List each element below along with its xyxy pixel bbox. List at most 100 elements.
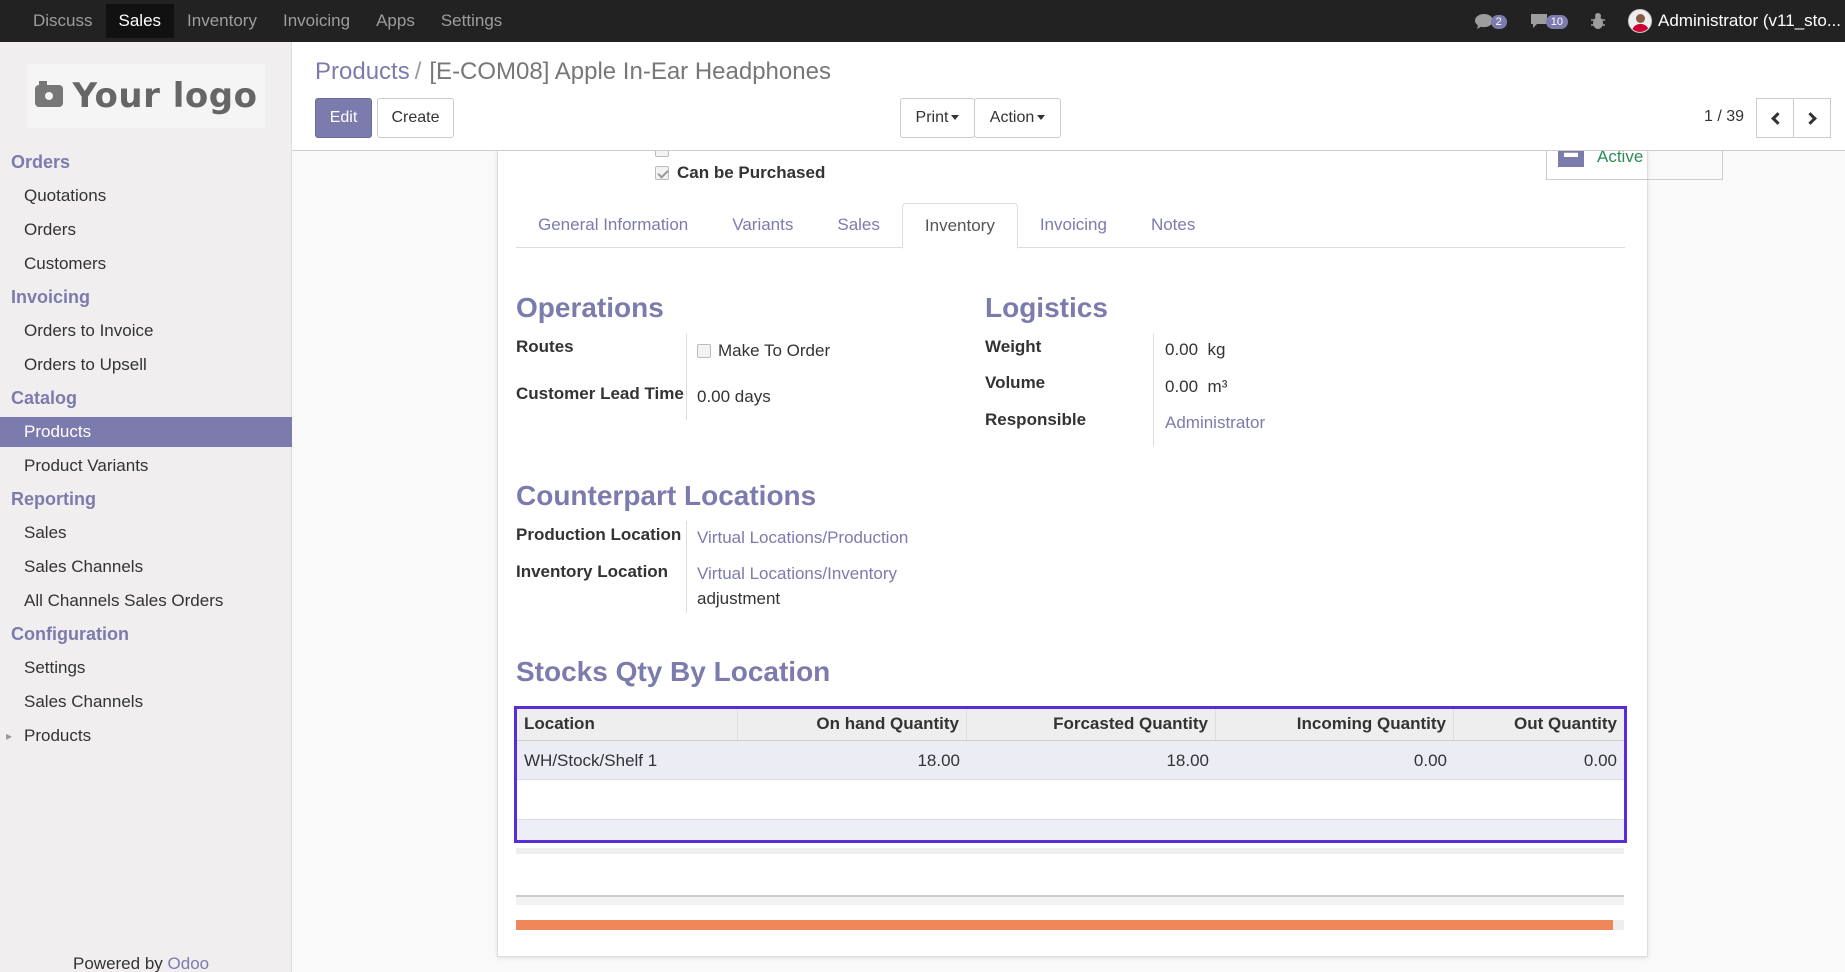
breadcrumb: Products / [E-COM08] Apple In-Ear Headphon… [315, 58, 831, 86]
messages-badge: 10 [1545, 15, 1569, 29]
create-button[interactable]: Create [377, 98, 454, 138]
user-name: Administrator (v11_sto... [1658, 11, 1841, 30]
weight-value: 0.00 kg [1165, 340, 1226, 359]
powered-by: Powered by Odoo [73, 954, 209, 972]
debug-button[interactable] [1590, 12, 1606, 30]
chevron-left-icon [1770, 111, 1784, 125]
notebook-tabs: General Information Variants Sales Inven… [516, 203, 1625, 249]
breadcrumb-separator: / [414, 58, 422, 85]
volume-value: 0.00 m³ [1165, 377, 1228, 396]
progress-bar [516, 920, 1624, 930]
sidebar-section-orders[interactable]: Orders [0, 146, 292, 179]
sidebar-item-sales[interactable]: Sales [0, 516, 292, 550]
inventory-location-value[interactable]: Virtual Locations/Inventory [697, 564, 897, 584]
make-to-order-field: Make To Order [697, 341, 830, 361]
col-location[interactable]: Location [517, 709, 738, 740]
tab-general-information[interactable]: General Information [516, 203, 710, 247]
tab-invoicing[interactable]: Invoicing [1018, 203, 1129, 247]
divider [516, 848, 1624, 854]
print-button[interactable]: Print [900, 98, 975, 138]
sidebar-item-customers[interactable]: Customers [0, 247, 292, 281]
active-toggle-button[interactable]: ▬ Active [1546, 151, 1723, 180]
sidebar-item-all-channels-sales-orders[interactable]: All Channels Sales Orders [0, 584, 292, 618]
sidebar-section-configuration[interactable]: Configuration [0, 618, 292, 651]
tab-inventory[interactable]: Inventory [901, 203, 1018, 249]
tab-sales[interactable]: Sales [815, 203, 902, 247]
progress-bar-fill [516, 920, 1613, 930]
chat-button[interactable]: 2 [1474, 12, 1507, 30]
responsible-value[interactable]: Administrator [1165, 413, 1265, 433]
sidebar-item-orders[interactable]: Orders [0, 213, 292, 247]
logo-text: Your logo [72, 76, 258, 116]
routes-label: Routes [516, 337, 574, 356]
pager-value[interactable]: 1 / 39 [1704, 108, 1744, 126]
bug-icon [1591, 13, 1606, 29]
edit-button[interactable]: Edit [315, 98, 372, 138]
company-logo[interactable]: Your logo [27, 64, 265, 128]
sidebar-item-settings[interactable]: Settings [0, 651, 292, 685]
operations-title: Operations [516, 292, 664, 323]
avatar [1628, 9, 1653, 33]
sidebar-item-product-variants[interactable]: Product Variants [0, 449, 292, 483]
action-button[interactable]: Action [974, 98, 1061, 138]
archive-icon: ▬ [1558, 151, 1584, 167]
sidebar-section-reporting[interactable]: Reporting [0, 483, 292, 516]
form-view: Can be Purchased ▬ Active General Inform… [292, 151, 1845, 972]
stocks-table: Location On hand Quantity Forcasted Quan… [514, 706, 1627, 843]
menu-apps[interactable]: Apps [363, 4, 428, 38]
sidebar-item-products[interactable]: Products [0, 417, 292, 447]
production-location-value[interactable]: Virtual Locations/Production [697, 528, 908, 548]
table-footer [517, 819, 1624, 840]
divider [516, 895, 1624, 905]
col-forecasted-quantity[interactable]: Forcasted Quantity [967, 709, 1216, 740]
pager-next-button[interactable] [1793, 98, 1831, 138]
tab-variants[interactable]: Variants [710, 203, 815, 247]
inventory-location-label: Inventory Location [516, 562, 669, 581]
can-be-purchased-field: Can be Purchased [655, 163, 825, 183]
sidebar-item-orders-to-upsell[interactable]: Orders to Upsell [0, 348, 292, 382]
production-location-label: Production Location [516, 525, 682, 544]
chevron-right-icon [1803, 111, 1817, 125]
menu-settings[interactable]: Settings [428, 4, 515, 38]
breadcrumb-products[interactable]: Products [315, 58, 410, 85]
sidebar-item-quotations[interactable]: Quotations [0, 179, 292, 213]
can-be-purchased-label: Can be Purchased [677, 163, 826, 182]
action-caret-icon [1037, 115, 1046, 121]
can-be-sold-checkbox[interactable] [655, 151, 669, 157]
sidebar-section-catalog[interactable]: Catalog [0, 382, 292, 415]
sidebar-item-config-sales-channels[interactable]: Sales Channels [0, 685, 292, 719]
menu-inventory[interactable]: Inventory [174, 4, 270, 38]
can-be-purchased-checkbox[interactable] [655, 166, 669, 180]
user-menu[interactable]: Administrator (v11_sto... [1628, 9, 1841, 33]
powered-by-text: Powered by [73, 954, 163, 972]
menu-invoicing[interactable]: Invoicing [270, 4, 363, 38]
pager-previous-button[interactable] [1756, 98, 1794, 138]
table-row[interactable]: WH/Stock/Shelf 1 18.00 18.00 0.00 0.00 [517, 741, 1624, 780]
sidebar-item-orders-to-invoice[interactable]: Orders to Invoice [0, 314, 292, 348]
col-on-hand-quantity[interactable]: On hand Quantity [738, 709, 967, 740]
sidebar-item-config-products[interactable]: Products [0, 719, 292, 753]
cell-out: 0.00 [1583, 751, 1617, 770]
breadcrumb-current: [E-COM08] Apple In-Ear Headphones [429, 58, 831, 85]
print-caret-icon [951, 115, 960, 121]
odoo-link[interactable]: Odoo [168, 954, 210, 972]
messages-button[interactable]: 10 [1529, 12, 1569, 30]
logistics-title: Logistics [985, 292, 1108, 323]
sidebar-item-sales-channels[interactable]: Sales Channels [0, 550, 292, 584]
active-label: Active [1597, 151, 1644, 166]
tab-notes[interactable]: Notes [1129, 203, 1217, 247]
cell-location: WH/Stock/Shelf 1 [524, 751, 658, 770]
cell-on-hand: 18.00 [917, 751, 960, 770]
make-to-order-checkbox[interactable] [697, 344, 711, 358]
sidebar-menu: Orders Quotations Orders Customers Invoi… [0, 146, 292, 753]
app-menu: Discuss Sales Inventory Invoicing Apps S… [20, 4, 515, 38]
sidebar-section-invoicing[interactable]: Invoicing [0, 281, 292, 314]
cell-forecasted: 18.00 [1166, 751, 1209, 770]
col-out-quantity[interactable]: Out Quantity [1454, 709, 1624, 740]
menu-discuss[interactable]: Discuss [20, 4, 106, 38]
volume-label: Volume [985, 373, 1046, 392]
counterpart-locations-title: Counterpart Locations [516, 480, 817, 511]
print-label: Print [915, 109, 949, 126]
menu-sales[interactable]: Sales [105, 4, 175, 38]
col-incoming-quantity[interactable]: Incoming Quantity [1216, 709, 1454, 740]
